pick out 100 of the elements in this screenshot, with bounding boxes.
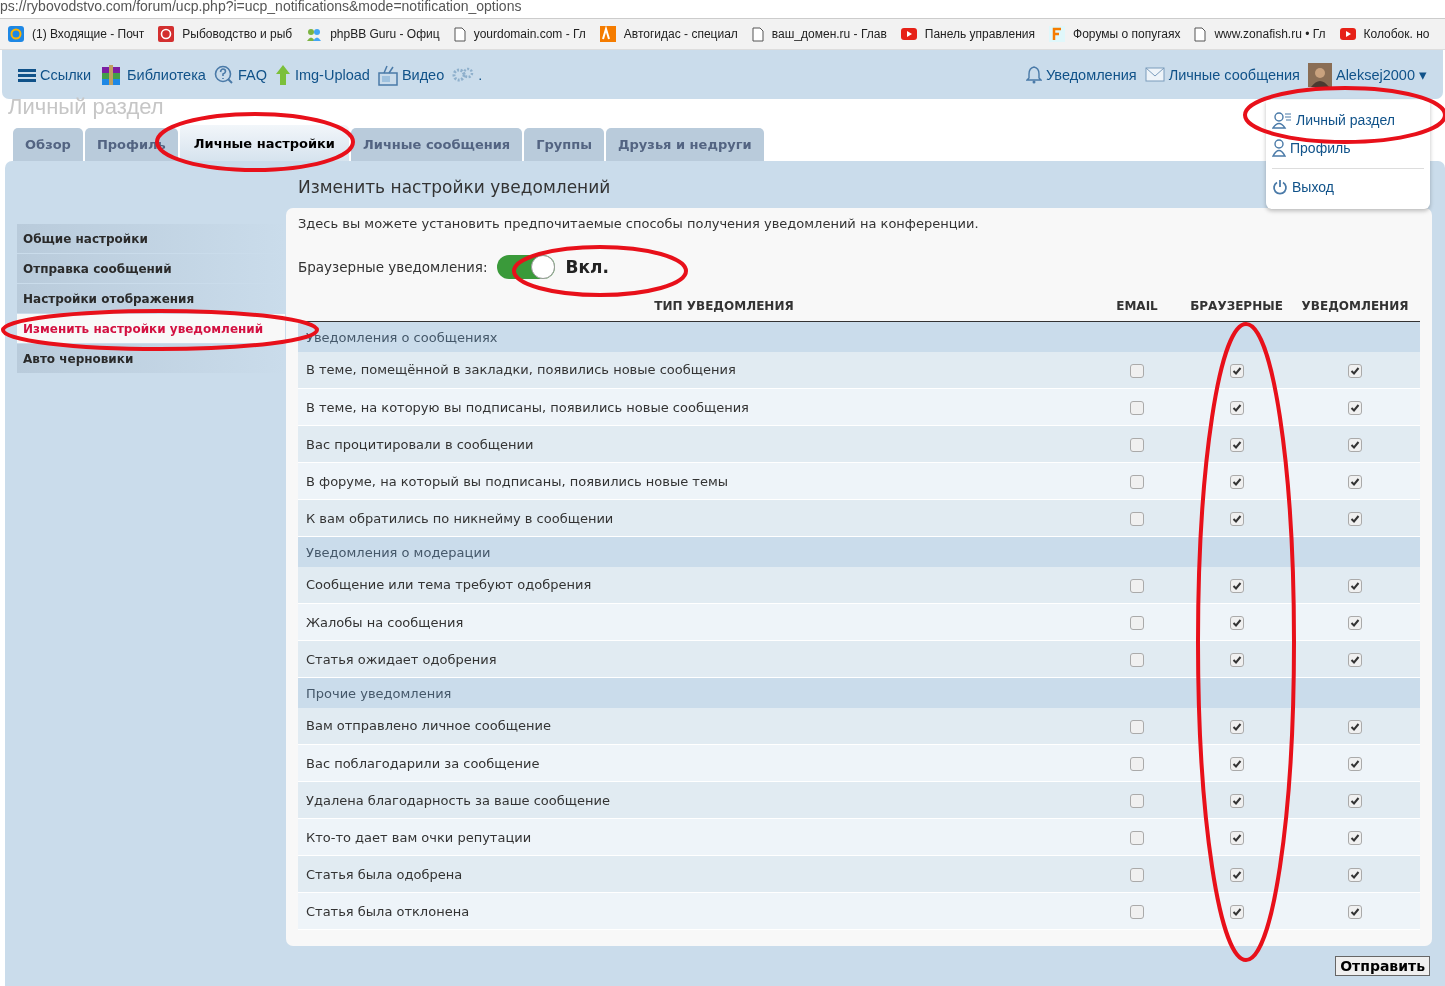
checkbox[interactable] xyxy=(1229,511,1244,526)
app-icon xyxy=(158,26,175,42)
menu-item[interactable]: Личный раздел xyxy=(1296,112,1395,128)
envelope-icon xyxy=(1144,67,1165,82)
nav-link[interactable]: Ссылки xyxy=(40,66,92,83)
table-cell: В форуме, на который вы подписаны, появились новые темы xyxy=(298,462,1091,500)
bookmark-link[interactable]: Автогидас - специал xyxy=(623,27,738,41)
table-cell: Жалобы на сообщения xyxy=(298,603,1091,641)
checkbox[interactable] xyxy=(1229,793,1244,808)
nav-link[interactable]: Aleksej2000 ▾ xyxy=(1335,66,1427,83)
nav-link[interactable]: . xyxy=(478,66,483,83)
checkbox[interactable] xyxy=(1130,904,1144,919)
checkbox[interactable] xyxy=(1130,793,1144,808)
group-row: Прочие уведомления xyxy=(298,677,1420,708)
checkbox[interactable] xyxy=(1229,756,1244,771)
help-icon xyxy=(213,64,234,85)
checkbox[interactable] xyxy=(1229,400,1244,415)
checkbox[interactable] xyxy=(1348,363,1362,378)
checkbox[interactable] xyxy=(1348,830,1362,845)
tab[interactable]: Личные настройки xyxy=(179,125,349,161)
checkbox[interactable] xyxy=(1229,474,1244,489)
sidebar-item[interactable]: Изменить настройки уведомлений xyxy=(17,314,285,343)
bookmark-link[interactable]: (1) Входящие - Почт xyxy=(32,27,145,41)
checkbox[interactable] xyxy=(1348,793,1362,808)
checkbox[interactable] xyxy=(1348,437,1362,452)
submit-button[interactable]: Отправить xyxy=(1335,956,1430,976)
checkbox[interactable] xyxy=(1348,652,1362,667)
bookmark-link[interactable]: Колобок. но xyxy=(1363,27,1430,41)
table-cell: Удалена благодарность за ваше сообщение xyxy=(298,781,1091,819)
checkbox[interactable] xyxy=(1229,867,1244,882)
page-icon xyxy=(751,26,764,42)
nav-link[interactable]: Img-Upload xyxy=(294,66,370,83)
nav-link[interactable]: Библиотека xyxy=(127,66,206,83)
bookmark-link[interactable]: Рыбоводство и рыб xyxy=(182,27,293,41)
checkbox[interactable] xyxy=(1229,904,1244,919)
checkbox[interactable] xyxy=(1130,511,1144,526)
checkbox[interactable] xyxy=(1229,719,1244,734)
tab[interactable]: Обзор xyxy=(13,128,83,161)
checkbox[interactable] xyxy=(1130,830,1144,845)
checkbox[interactable] xyxy=(1229,830,1244,845)
column-header: БРАУЗЕРНЫЕ xyxy=(1190,299,1283,313)
people-icon xyxy=(306,26,323,42)
nav-link[interactable]: Видео xyxy=(401,66,445,83)
nav-link[interactable]: Уведомления xyxy=(1045,66,1137,83)
checkbox[interactable] xyxy=(1348,578,1362,593)
checkbox[interactable] xyxy=(1229,615,1244,630)
address-text[interactable]: ps://rybovodstvo.com/forum/ucp.php?i=ucp_notifications&mode=notification_options xyxy=(0,0,522,13)
table-cell: Статья была отклонена xyxy=(298,892,1091,930)
checkbox[interactable] xyxy=(1229,437,1244,452)
table-cell: Вам отправлено личное сообщение xyxy=(298,707,1091,745)
table-cell: В теме, на которую вы подписаны, появились новые сообщения xyxy=(298,388,1091,426)
arrow-up-icon xyxy=(274,63,291,86)
checkbox[interactable] xyxy=(1348,400,1362,415)
menu-item[interactable]: Выход xyxy=(1292,179,1334,195)
checkbox[interactable] xyxy=(1348,904,1362,919)
bookmark-link[interactable]: ваш_домен.ru - Глав xyxy=(771,27,887,41)
checkbox[interactable] xyxy=(1130,578,1144,593)
checkbox[interactable] xyxy=(1130,400,1144,415)
bookmark-link[interactable]: yourdomain.com - Гл xyxy=(473,27,586,41)
checkbox[interactable] xyxy=(1229,652,1244,667)
checkbox[interactable] xyxy=(1348,511,1362,526)
checkbox[interactable] xyxy=(1348,474,1362,489)
nav-link[interactable]: FAQ xyxy=(237,66,267,83)
user-icon xyxy=(1272,139,1286,157)
app-icon xyxy=(599,26,616,42)
bookmark-link[interactable]: Форумы о попугаях xyxy=(1073,27,1181,41)
avatar xyxy=(1307,62,1332,87)
tab[interactable]: Друзья и недруги xyxy=(605,128,764,161)
checkbox[interactable] xyxy=(1348,867,1362,882)
checkbox[interactable] xyxy=(1130,363,1144,378)
checkbox[interactable] xyxy=(1130,756,1144,771)
column-header: ТИП УВЕДОМЛЕНИЯ xyxy=(654,299,794,313)
tab[interactable]: Личные сообщения xyxy=(351,128,523,161)
bookmark-link[interactable]: Панель управления xyxy=(924,27,1036,41)
power-icon xyxy=(1272,179,1288,195)
checkbox[interactable] xyxy=(1348,615,1362,630)
menu-icon xyxy=(18,67,36,82)
play-icon xyxy=(1339,28,1356,40)
checkbox[interactable] xyxy=(1130,474,1144,489)
checkbox[interactable] xyxy=(1130,652,1144,667)
tab[interactable]: Группы xyxy=(524,128,604,161)
checkbox[interactable] xyxy=(1130,719,1144,734)
bookmark-link[interactable]: phpBB Guru - Офиц xyxy=(330,27,440,41)
table-cell: Статья ожидает одобрения xyxy=(298,640,1091,678)
checkbox[interactable] xyxy=(1348,719,1362,734)
bookmark-link[interactable]: www.zonafish.ru • Гл xyxy=(1214,27,1326,41)
checkbox[interactable] xyxy=(1229,578,1244,593)
table-cell: Статья была одобрена xyxy=(298,855,1091,893)
toggle-state: Вкл. xyxy=(565,257,609,277)
checkbox[interactable] xyxy=(1130,437,1144,452)
menu-item[interactable]: Профиль xyxy=(1290,140,1351,156)
group-row: Уведомления о сообщениях xyxy=(298,321,1420,352)
checkbox[interactable] xyxy=(1229,363,1244,378)
checkbox[interactable] xyxy=(1130,867,1144,882)
group-row: Уведомления о модерации xyxy=(298,536,1420,567)
nav-link[interactable]: Личные сообщения xyxy=(1168,66,1300,83)
gears-icon xyxy=(452,65,475,84)
checkbox[interactable] xyxy=(1348,756,1362,771)
checkbox[interactable] xyxy=(1130,615,1144,630)
intro-text: Здесь вы можете установить предпочитаемые способы получения уведомлений на конференции. xyxy=(298,216,980,231)
